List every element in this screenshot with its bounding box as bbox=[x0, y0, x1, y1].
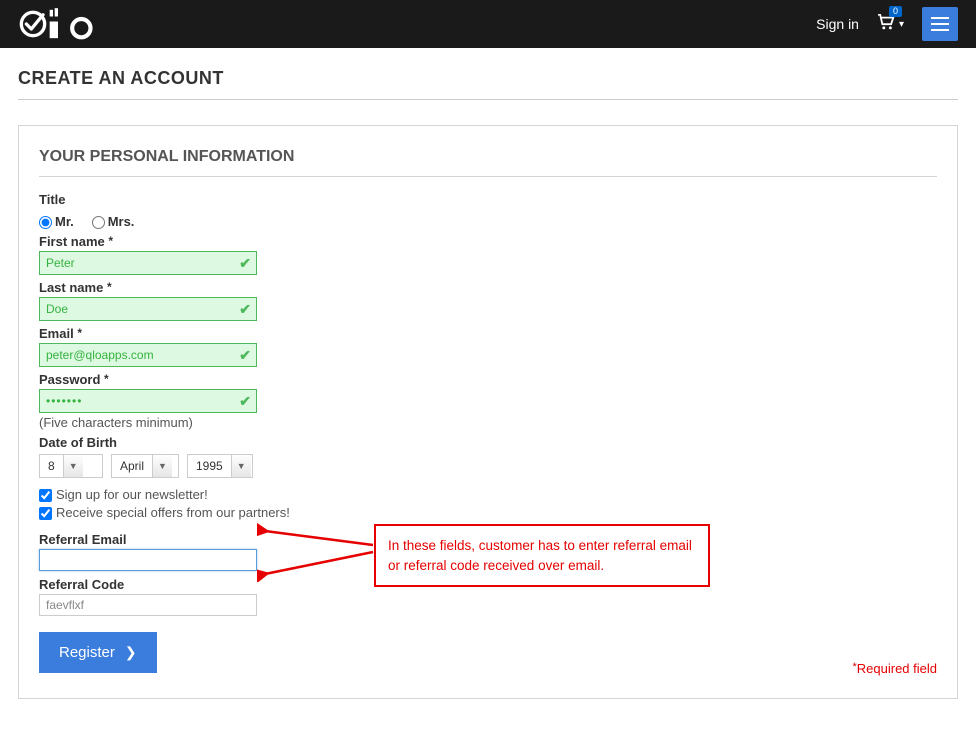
menu-button[interactable] bbox=[922, 7, 958, 41]
email-label: Email * bbox=[39, 326, 82, 341]
radio-mrs[interactable]: Mrs. bbox=[92, 214, 135, 229]
radio-mrs-label: Mrs. bbox=[108, 214, 135, 229]
page-body: CREATE AN ACCOUNT YOUR PERSONAL INFORMAT… bbox=[0, 48, 976, 729]
radio-mr-label: Mr. bbox=[55, 214, 74, 229]
chevron-down-icon: ▼ bbox=[152, 455, 172, 477]
dob-month-value: April bbox=[112, 459, 152, 473]
signin-link[interactable]: Sign in bbox=[816, 16, 859, 32]
logo[interactable] bbox=[18, 6, 118, 42]
hamburger-icon bbox=[931, 17, 949, 31]
account-panel: YOUR PERSONAL INFORMATION Title Mr. Mrs.… bbox=[18, 125, 958, 699]
firstname-input[interactable] bbox=[39, 251, 257, 275]
cart-icon bbox=[877, 14, 895, 35]
firstname-label: First name * bbox=[39, 234, 113, 249]
email-input[interactable] bbox=[39, 343, 257, 367]
referral-email-input[interactable] bbox=[39, 549, 257, 571]
radio-mr-input[interactable] bbox=[39, 216, 52, 229]
chevron-down-icon: ▼ bbox=[231, 455, 251, 477]
register-button[interactable]: Register ❯ bbox=[39, 632, 157, 673]
cart-button[interactable]: 0 ▾ bbox=[877, 14, 904, 35]
title-divider bbox=[18, 99, 958, 100]
radio-mr[interactable]: Mr. bbox=[39, 214, 74, 229]
newsletter-checkbox[interactable]: Sign up for our newsletter! bbox=[39, 487, 208, 502]
caret-down-icon: ▾ bbox=[899, 19, 904, 30]
radio-mrs-input[interactable] bbox=[92, 216, 105, 229]
offers-checkbox[interactable]: Receive special offers from our partners… bbox=[39, 505, 290, 520]
required-note: *Required field bbox=[853, 661, 938, 676]
cart-count-badge: 0 bbox=[889, 6, 902, 17]
lastname-input[interactable] bbox=[39, 297, 257, 321]
top-header: Sign in 0 ▾ bbox=[0, 0, 976, 48]
chevron-down-icon: ▼ bbox=[63, 455, 83, 477]
newsletter-checkbox-input[interactable] bbox=[39, 489, 52, 502]
dob-day-select[interactable]: 8 ▼ bbox=[39, 454, 103, 478]
page-title: CREATE AN ACCOUNT bbox=[18, 68, 958, 89]
dob-day-value: 8 bbox=[40, 459, 63, 473]
header-actions: Sign in 0 ▾ bbox=[816, 7, 958, 41]
panel-heading: YOUR PERSONAL INFORMATION bbox=[39, 148, 937, 166]
chevron-right-icon: ❯ bbox=[125, 644, 137, 661]
referral-code-input[interactable] bbox=[39, 594, 257, 616]
register-button-label: Register bbox=[59, 644, 115, 661]
newsletter-label: Sign up for our newsletter! bbox=[56, 487, 208, 502]
dob-year-select[interactable]: 1995 ▼ bbox=[187, 454, 253, 478]
panel-divider bbox=[39, 176, 937, 177]
password-label: Password * bbox=[39, 372, 109, 387]
title-label: Title bbox=[39, 192, 66, 207]
offers-checkbox-input[interactable] bbox=[39, 507, 52, 520]
annotation-callout: In these fields, customer has to enter r… bbox=[374, 524, 710, 587]
dob-month-select[interactable]: April ▼ bbox=[111, 454, 179, 478]
password-input[interactable] bbox=[39, 389, 257, 413]
title-radio-row: Mr. Mrs. bbox=[39, 213, 937, 229]
dob-year-value: 1995 bbox=[188, 459, 231, 473]
dob-label: Date of Birth bbox=[39, 435, 117, 450]
lastname-label: Last name * bbox=[39, 280, 112, 295]
password-hint: (Five characters minimum) bbox=[39, 415, 937, 430]
offers-label: Receive special offers from our partners… bbox=[56, 505, 290, 520]
